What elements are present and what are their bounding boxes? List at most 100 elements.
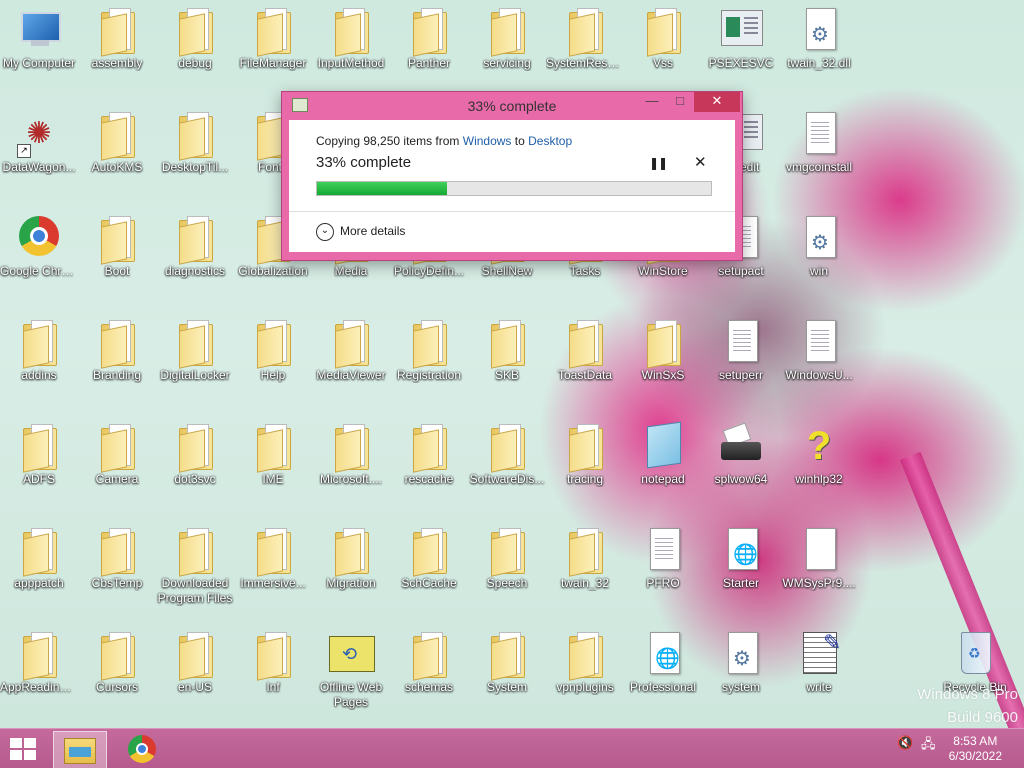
desktop-icon[interactable]: Help [234,318,312,383]
maximize-button[interactable]: □ [666,92,694,112]
desktop-icon[interactable]: debug [156,6,234,71]
desktop-icon[interactable]: ADFS [0,422,78,487]
desktop-icon[interactable]: AutoKMS [78,110,156,175]
desktop-icon-label: Immersive... [240,576,306,590]
desktop-icon[interactable]: WinSxS [624,318,702,383]
progress-percentage: 33% complete [316,154,412,171]
desktop-icon[interactable]: ⟲ Offline Web Pages [312,630,390,710]
desktop-icon[interactable]: vmgcoinstall [780,110,858,175]
folder-glyph [179,429,205,473]
desktop-icon[interactable]: ToastData [546,318,624,383]
desktop-icon[interactable]: ? winhlp32 [780,422,858,487]
desktop-icon[interactable]: Migration [312,526,390,591]
desktop-icon[interactable]: ⚙ system [702,630,780,695]
recycle-bin-icon: ♻ [953,630,997,678]
desktop-icon[interactable]: ⚙ win [780,214,858,279]
desktop-icon[interactable]: Vss [624,6,702,71]
desktop-icon[interactable]: System [468,630,546,695]
desktop-icon[interactable]: twain_32 [546,526,624,591]
desktop-icon[interactable]: PSEXESVC [702,6,780,71]
network-icon[interactable]: 🖧 [921,735,936,757]
folder-icon [95,526,139,577]
source-link[interactable]: Windows [463,134,512,148]
desktop-icon[interactable]: SystemReso... [546,6,624,71]
desktop-icon[interactable]: CbsTemp [78,526,156,591]
desktop-icon[interactable]: ⚙ twain_32.dll [780,6,858,71]
desktop-icon[interactable]: Google Chrome [0,214,78,279]
desktop-icon[interactable]: tracing [546,422,624,487]
desktop-icon[interactable]: FileManager [234,6,312,71]
desktop-icon[interactable]: AppReadiness [0,630,78,695]
desktop-icon[interactable]: Inf [234,630,312,695]
settings-file-icon: ⚙ [797,214,841,262]
desktop-icon[interactable]: setuperr [702,318,780,383]
desktop-icon[interactable]: en-US [156,630,234,695]
desktop-icon[interactable]: dot3svc [156,422,234,487]
desktop-icon[interactable]: apppatch [0,526,78,591]
minimize-button[interactable]: — [638,92,666,112]
desktop-icon[interactable]: ✺ ↗ DataWagon... [0,110,78,175]
desktop-icon[interactable]: SoftwareDis... [468,422,546,487]
desktop-icon[interactable]: Speech [468,526,546,591]
desktop-icon-label: win [809,264,828,278]
desktop-icon-label: Help [260,368,286,382]
wordpad-icon: ✎ [797,630,841,678]
desktop-icon[interactable]: ✎ write [780,630,858,695]
desktop-icon[interactable]: My Computer [0,6,78,71]
close-button[interactable]: ✕ [694,92,740,112]
desktop-icon[interactable]: WMSysPr9.... [780,526,858,591]
folder-icon [95,214,139,265]
desktop-icon[interactable]: 🌐 Starter [702,526,780,591]
desktop-icon[interactable]: Immersive... [234,526,312,591]
desktop-icon[interactable]: Branding [78,318,156,383]
desktop-icon[interactable]: splwow64 [702,422,780,487]
desktop-icon[interactable]: 🌐 Professional [624,630,702,695]
desktop-icon[interactable]: assembly [78,6,156,71]
desktop-icon[interactable]: addins [0,318,78,383]
settings-file-glyph: ⚙ [811,232,829,254]
desktop-icon[interactable]: SKB [468,318,546,383]
desktop-icon[interactable]: DesktopTil... [156,110,234,175]
folder-glyph [101,117,127,161]
desktop-icon[interactable]: schemas [390,630,468,695]
desktop-icon-label: PSEXESVC [708,56,774,70]
desktop-icon[interactable]: servicing [468,6,546,71]
dialog-titlebar[interactable]: 33% complete — □ ✕ [282,92,742,120]
desktop-icon[interactable]: Downloaded Program Files [156,526,234,606]
folder-icon [95,318,139,369]
folder-icon [173,526,217,577]
desktop-icon[interactable]: Panther [390,6,468,71]
pause-button[interactable]: ❚❚ [649,156,668,170]
desktop-icon[interactable]: SchCache [390,526,468,591]
taskbar-chrome[interactable] [117,731,169,767]
taskbar-file-explorer[interactable] [53,731,107,768]
desktop-icon[interactable]: Cursors [78,630,156,695]
clock[interactable]: 8:53 AM 6/30/2022 [949,734,1002,764]
desktop-icon[interactable]: Boot [78,214,156,279]
desktop-icon[interactable]: MediaViewer [312,318,390,383]
desktop-icon-label: setupact [718,264,764,278]
more-details-button[interactable]: ⌄ More details [316,223,405,241]
start-button[interactable] [10,738,38,762]
desktop-icon[interactable]: PFRO [624,526,702,591]
desktop-icon[interactable]: Registration [390,318,468,383]
folder-icon [563,526,607,577]
folder-icon [407,318,451,369]
desktop-icon[interactable]: IME [234,422,312,487]
desktop-icon[interactable]: InputMethod [312,6,390,71]
cancel-button[interactable]: ✕ [694,153,707,171]
desktop-icon[interactable]: rescache [390,422,468,487]
desktop-icon[interactable]: diagnostics [156,214,234,279]
volume-muted-icon[interactable]: 🔇 [897,735,913,751]
desktop-icon-label: addins [21,368,57,382]
destination-link[interactable]: Desktop [528,134,572,148]
desktop-icon[interactable]: notepad [624,421,702,487]
folder-icon [95,6,139,57]
desktop-icon[interactable]: Camera [78,422,156,487]
desktop-icon[interactable]: WindowsU... [780,318,858,383]
settings-file-glyph: ⚙ [733,648,751,670]
folder-icon [485,630,529,681]
desktop-icon[interactable]: DigitalLocker [156,318,234,383]
desktop-icon[interactable]: vpnplugins [546,630,624,695]
desktop-icon[interactable]: Microsoft.... [312,422,390,487]
